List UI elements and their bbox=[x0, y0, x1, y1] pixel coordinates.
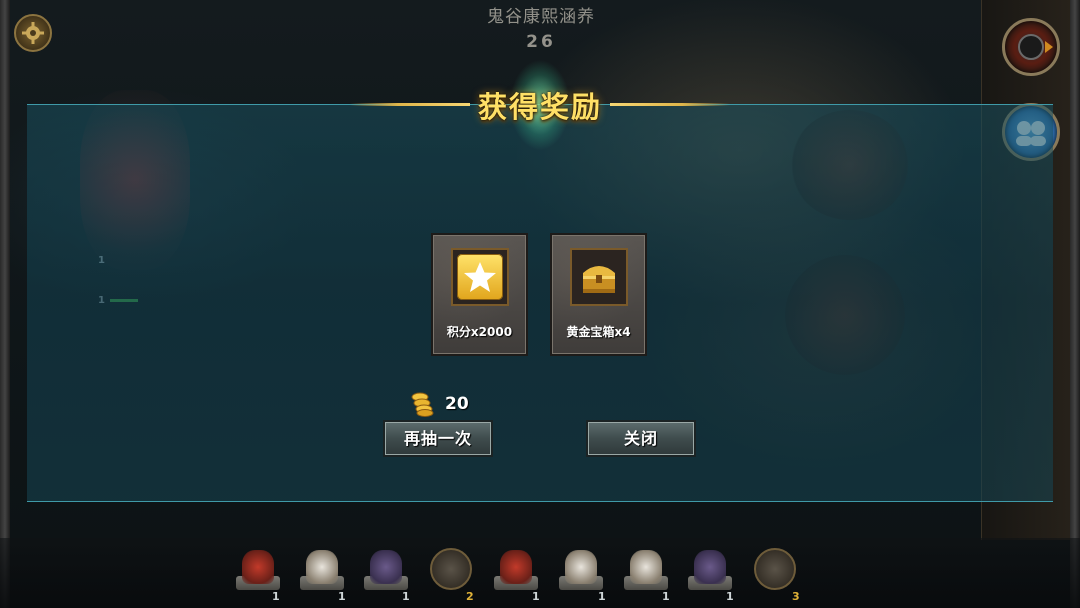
record-icon bbox=[1018, 34, 1053, 60]
infantry-icon bbox=[370, 550, 402, 584]
draw-again-button[interactable]: 再抽一次 bbox=[383, 420, 493, 457]
unit-slot-count: 1 bbox=[338, 590, 346, 603]
unit-bar bbox=[0, 538, 1080, 608]
reward-card-chest[interactable]: 黄金宝箱x4 bbox=[550, 233, 647, 356]
cavalry-white-icon bbox=[630, 550, 662, 584]
unit-slot-count: 1 bbox=[272, 590, 280, 603]
unit-slot[interactable] bbox=[234, 546, 282, 594]
unit-slot-count: 3 bbox=[792, 590, 800, 603]
unit-slot-count: 1 bbox=[402, 590, 410, 603]
unit-slot[interactable] bbox=[362, 546, 410, 594]
hourglass-slot[interactable] bbox=[428, 546, 476, 594]
unit-slot[interactable] bbox=[298, 546, 346, 594]
gear-icon bbox=[22, 22, 44, 44]
star-icon bbox=[457, 254, 503, 300]
reward-icon-frame bbox=[570, 248, 628, 306]
cavalry-white-icon bbox=[565, 550, 597, 584]
unit-slot[interactable] bbox=[492, 546, 540, 594]
hourglass-slot[interactable] bbox=[752, 546, 800, 594]
unit-slot[interactable] bbox=[686, 546, 734, 594]
unit-slot-count: 1 bbox=[598, 590, 606, 603]
settings-button[interactable] bbox=[14, 14, 52, 52]
reward-card-points[interactable]: 积分x2000 bbox=[431, 233, 528, 356]
screen-frame-left bbox=[0, 0, 10, 608]
unit-slot-count: 1 bbox=[726, 590, 734, 603]
unit-slot[interactable] bbox=[622, 546, 670, 594]
hourglass-icon bbox=[430, 548, 472, 590]
cavalry-red-icon bbox=[500, 550, 532, 584]
dialog-title: 获得奖励 bbox=[477, 90, 602, 124]
cavalry-red-icon bbox=[242, 550, 274, 584]
gold-chest-icon bbox=[575, 253, 623, 301]
infantry-icon bbox=[694, 550, 726, 584]
screen-frame-right bbox=[1070, 0, 1080, 608]
reward-icon-frame bbox=[451, 248, 509, 306]
hourglass-icon bbox=[754, 548, 796, 590]
draw-cost-value: 20 bbox=[445, 394, 469, 414]
reward-label: 积分x2000 bbox=[446, 325, 513, 339]
unit-slot-count: 1 bbox=[662, 590, 670, 603]
location-name: 鬼谷康熙涵养 bbox=[487, 7, 595, 27]
unit-slot[interactable] bbox=[557, 546, 605, 594]
close-button[interactable]: 关闭 bbox=[586, 420, 696, 457]
gold-coins-icon bbox=[411, 392, 434, 417]
unit-slot-count: 1 bbox=[532, 590, 540, 603]
unit-slot-count: 2 bbox=[466, 590, 474, 603]
reward-label: 黄金宝箱x4 bbox=[566, 325, 631, 339]
replay-button[interactable] bbox=[1002, 18, 1060, 76]
cavalry-white-icon bbox=[306, 550, 338, 584]
